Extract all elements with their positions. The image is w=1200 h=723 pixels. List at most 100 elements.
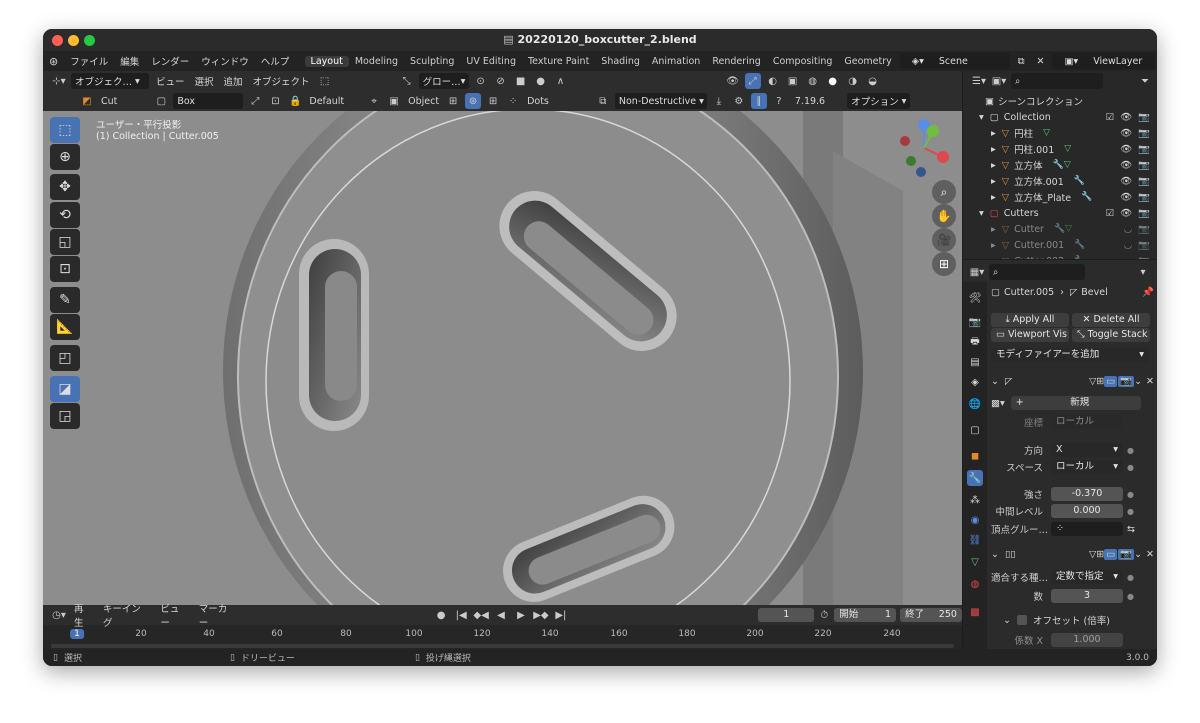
outliner-object-row[interactable]: ▸ ▽ 円柱.001 ▽ 👁 📷	[963, 141, 1157, 157]
camera-icon[interactable]: 🎥	[932, 228, 956, 252]
keyframe-dot-icon[interactable]: ●	[1127, 490, 1134, 499]
grid-view-icon[interactable]: ⊞	[932, 252, 956, 276]
modifier-data-icon[interactable]: 🔧	[1081, 192, 1092, 202]
remove-modifier-icon[interactable]: ✕	[1146, 376, 1154, 387]
timeline-editor-icon[interactable]: ◷▾	[51, 607, 67, 623]
vertex-group-field[interactable]: ⁘	[1051, 522, 1123, 536]
collection-tab-icon[interactable]: ▢	[967, 422, 983, 438]
settings-icon[interactable]: ⚙	[731, 93, 747, 109]
outliner-collection-row[interactable]: ▾ ▢ Collection ☑ 👁 📷	[963, 109, 1157, 125]
keyframe-dot-icon[interactable]: ●	[1127, 592, 1134, 601]
realtime-icon[interactable]: ▭	[1104, 548, 1118, 560]
outliner-editor-icon[interactable]: ☰▾	[971, 73, 987, 89]
shape-selector[interactable]: Box	[173, 93, 244, 109]
tab-rendering[interactable]: Rendering	[706, 56, 767, 67]
expand-down-icon[interactable]: ▾	[979, 208, 984, 219]
shading-material-icon[interactable]: ◑	[845, 73, 861, 89]
realtime-icon[interactable]: ▭	[1104, 375, 1118, 387]
pin-icon[interactable]: 📌	[1142, 287, 1154, 298]
eye-icon[interactable]: 👁	[1120, 192, 1132, 203]
render-icon[interactable]: 📷	[1118, 375, 1135, 387]
modifier-data-icon[interactable]: 🔧▽	[1054, 224, 1072, 234]
outliner-collection-row[interactable]: ▾ ▢ Cutters ☑ 👁 📷	[963, 205, 1157, 221]
modifier-data-icon[interactable]: 🔧	[1074, 240, 1085, 250]
remove-modifier-icon[interactable]: ✕	[1146, 549, 1154, 560]
expand-right-icon[interactable]: ▸	[991, 240, 996, 251]
play-icon[interactable]: ▶	[513, 607, 529, 623]
close-window-button[interactable]	[52, 35, 63, 46]
invert-icon[interactable]: ⇆	[1127, 524, 1135, 535]
pivot-label[interactable]: Default	[305, 96, 348, 107]
frame-ruler[interactable]: 1 20 40 60 80 100 120 140 160 180 200 220 240	[43, 627, 962, 641]
keyframe-dot-icon[interactable]: ●	[1127, 463, 1134, 472]
viewport-vis-button[interactable]: ▭ Viewport Vis	[991, 328, 1069, 342]
expand-right-icon[interactable]: ▸	[991, 192, 996, 203]
render-tab-icon[interactable]: 📷	[967, 314, 983, 330]
apply-all-button[interactable]: ⤓ Apply All	[991, 313, 1069, 327]
options-dropdown[interactable]: オプション ▾	[847, 93, 911, 109]
gizmo-icon[interactable]: ⤢	[744, 73, 761, 89]
snap-target-icon[interactable]: ■	[513, 73, 529, 89]
eye-icon[interactable]: 👁	[1120, 112, 1132, 123]
cut-icon[interactable]: ◩	[79, 93, 95, 109]
tab-sculpting[interactable]: Sculpting	[404, 56, 460, 67]
expand-right-icon[interactable]: ▸	[991, 224, 996, 235]
toggle-stack-button[interactable]: ⤡ Toggle Stack	[1072, 328, 1150, 342]
transform-tool[interactable]: ⊡	[50, 256, 80, 282]
exclude-checkbox[interactable]: ☑	[1106, 112, 1115, 123]
next-key-icon[interactable]: ▶◆	[533, 607, 549, 623]
tab-texture-paint[interactable]: Texture Paint	[522, 56, 595, 67]
modifier-data-icon[interactable]: 🔧▽	[1053, 160, 1071, 170]
on-cage-icon[interactable]: ⊞	[1096, 376, 1104, 387]
checker-icon[interactable]: ▩▾	[991, 398, 1005, 409]
snap-icon[interactable]: ⊘	[493, 73, 509, 89]
coords-dropdown[interactable]: ローカル	[1051, 415, 1123, 429]
edit-mode-icon[interactable]: ▽	[1089, 376, 1096, 387]
menu-file[interactable]: ファイル	[64, 54, 114, 68]
world-tab-icon[interactable]: 🌐	[967, 396, 983, 412]
overlay-icon[interactable]: ◐	[765, 73, 781, 89]
tab-modeling[interactable]: Modeling	[349, 56, 404, 67]
filter-icon[interactable]: ⏷	[1137, 73, 1153, 89]
shading-wireframe-icon[interactable]: ◍	[805, 73, 821, 89]
outliner-object-row[interactable]: ▸ ▽ Cutter.001 🔧 ◡ 📷	[963, 237, 1157, 253]
select-box-tool[interactable]: ⬚	[50, 117, 80, 143]
mode2-selector[interactable]: Non-Destructive ▾	[614, 93, 707, 109]
outliner-object-row[interactable]: ▸ ▽ 立方体 🔧▽ 👁 📷	[963, 157, 1157, 173]
keyframe-dot-icon[interactable]: ●	[1127, 573, 1134, 582]
collapse-chevron-icon[interactable]: ⌄	[991, 549, 999, 560]
properties-options-icon[interactable]: ▾	[1135, 264, 1151, 280]
tool-tab-icon[interactable]: 🛠	[967, 290, 983, 306]
menu-edit[interactable]: 編集	[114, 54, 145, 68]
object-tab-icon[interactable]: ◼	[967, 448, 983, 464]
x-axis-icon[interactable]	[937, 151, 949, 163]
hops-tool[interactable]: ◲	[50, 403, 80, 429]
apply-icon[interactable]: ⤓	[711, 93, 727, 109]
rotate-tool[interactable]: ⟲	[50, 202, 80, 228]
new-texture-button[interactable]: + 新規	[1010, 396, 1141, 410]
cursor-icon[interactable]: ⌖	[366, 93, 382, 109]
particles-tab-icon[interactable]: ⁂	[967, 492, 983, 508]
expand-right-icon[interactable]: ▸	[991, 176, 996, 187]
measure-tool[interactable]: 📐	[50, 314, 80, 340]
midlevel-field[interactable]: 0.000	[1051, 504, 1123, 518]
strength-field[interactable]: -0.370	[1051, 487, 1123, 501]
menu-render[interactable]: レンダー	[145, 54, 195, 68]
properties-editor-icon[interactable]: ▦▾	[969, 264, 985, 280]
grid-icon[interactable]: ⊞	[485, 93, 501, 109]
material-tab-icon[interactable]: ◍	[967, 576, 983, 592]
expand-down-icon[interactable]: ▾	[979, 112, 984, 123]
view-layer-tab-icon[interactable]: ▤	[967, 354, 983, 370]
menu-help[interactable]: ヘルプ	[255, 54, 296, 68]
current-frame-field[interactable]: 1	[758, 608, 815, 622]
origin-icon[interactable]: ⊡	[267, 93, 283, 109]
hidden-eye-icon[interactable]: ◡	[1124, 240, 1132, 251]
timeline-view-menu[interactable]: ビュー	[155, 601, 193, 629]
modifier-data-icon[interactable]: 🔧	[1074, 176, 1085, 186]
outliner-object-row[interactable]: ▸ ▽ 立方体.001 🔧 👁 📷	[963, 173, 1157, 189]
transform-orientation-selector[interactable]: グロー… ▾	[418, 73, 469, 89]
boxcutter-tool[interactable]: ◪	[50, 376, 80, 402]
eye-icon[interactable]: 👁	[1120, 160, 1132, 171]
prev-key-icon[interactable]: ◆◀	[473, 607, 489, 623]
physics-tab-icon[interactable]: ◉	[967, 512, 983, 528]
